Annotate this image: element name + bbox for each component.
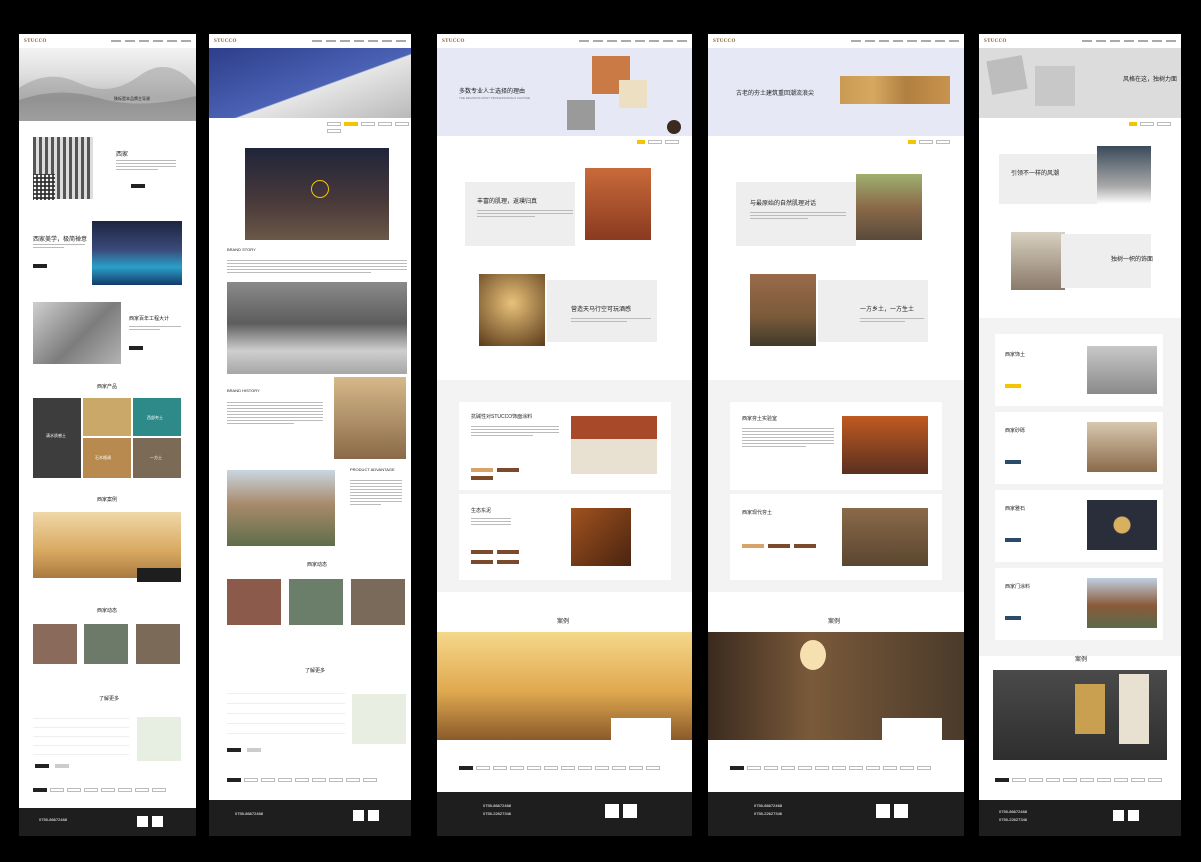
contact-form[interactable] bbox=[227, 684, 345, 742]
product-tile-1[interactable]: 清水质感土 bbox=[33, 398, 81, 478]
product-item-2[interactable]: 西家砂砾 bbox=[995, 412, 1163, 484]
news-card-1[interactable] bbox=[227, 579, 281, 625]
footer: 0755-86672468 bbox=[19, 808, 196, 836]
s3-more-button[interactable] bbox=[129, 346, 143, 350]
footer: 0755-86672468 0755-22627346 bbox=[708, 792, 964, 836]
brand-logo[interactable]: STUCCO bbox=[984, 39, 1007, 44]
product-card-1[interactable]: 西家夯土实验室 bbox=[730, 402, 942, 490]
product-item-4[interactable]: 西家门涂料 bbox=[995, 568, 1163, 640]
brand-logo[interactable]: STUCCO bbox=[214, 39, 237, 44]
page-2: STUCCO BRAND STORY BRAND HISTORY PRODUCT… bbox=[209, 34, 411, 836]
hero-banner: 古老的夯土建筑重回潮流浪尖 bbox=[708, 48, 964, 136]
product-card-2[interactable]: 西家现代夯土 bbox=[730, 494, 942, 580]
top-nav: STUCCO bbox=[437, 34, 692, 48]
product-tile-5[interactable]: 一方土 bbox=[133, 438, 181, 478]
brand-logo[interactable]: STUCCO bbox=[24, 39, 47, 44]
reset-button[interactable] bbox=[55, 764, 69, 768]
brand-logo[interactable]: STUCCO bbox=[713, 39, 736, 44]
news-title: 西家动态 bbox=[97, 608, 118, 614]
product-tile-4[interactable]: 石木格调 bbox=[83, 438, 131, 478]
reason-2-title: 独树一帜的饰面 bbox=[1111, 257, 1154, 263]
reason-2-image bbox=[750, 274, 816, 346]
top-nav: STUCCO bbox=[708, 34, 964, 48]
cases-title: 西家案例 bbox=[97, 497, 118, 503]
reason-2-title: 营造天马行空可玩酒感 bbox=[571, 307, 632, 313]
s2-more-button[interactable] bbox=[33, 264, 47, 268]
product-card-2[interactable]: 生态东泥 bbox=[459, 494, 671, 580]
advantage-image bbox=[227, 470, 335, 546]
news-card-3[interactable] bbox=[136, 624, 180, 664]
s2-title: 西家美学，极简禅意 bbox=[33, 237, 88, 243]
page-4: STUCCO 古老的夯土建筑重回潮流浪尖 与最原始的自然肌理对话 一方乡土，一方… bbox=[708, 34, 964, 836]
news-card-1[interactable] bbox=[33, 624, 77, 664]
footer: 0755-86672468 bbox=[209, 800, 411, 836]
history-title: BRAND HISTORY bbox=[227, 388, 260, 393]
top-nav: STUCCO bbox=[979, 34, 1181, 48]
page-3: STUCCO 多数专业人士选择的理由 THE REASONS MOST PROF… bbox=[437, 34, 692, 836]
products-title: 西家产品 bbox=[97, 384, 118, 390]
brand-logo[interactable]: STUCCO bbox=[442, 39, 465, 44]
story-image bbox=[227, 282, 407, 374]
submit-button[interactable] bbox=[35, 764, 49, 768]
news-card-2[interactable] bbox=[289, 579, 343, 625]
hero-banner: 风格在这，独树力面 bbox=[979, 48, 1181, 118]
map[interactable] bbox=[352, 694, 406, 744]
advantage-title: PRODUCT ADVANTAGE bbox=[350, 467, 395, 472]
submit-button[interactable] bbox=[227, 748, 241, 752]
reason-2-image bbox=[479, 274, 545, 346]
top-nav: STUCCO bbox=[209, 34, 411, 48]
page-1: STUCCO 陕标是本品牌主导源 西家 西家美学，极简禅意 西家百年工程大计 西… bbox=[19, 34, 196, 836]
product-card-1[interactable]: 抗碱性对STUCCO饰面涂料 bbox=[459, 402, 671, 490]
reason-1-image bbox=[585, 168, 651, 240]
contact-form[interactable] bbox=[33, 710, 129, 760]
reason-2-image bbox=[1011, 232, 1065, 290]
product-item-1[interactable]: 西家饰土 bbox=[995, 334, 1163, 406]
top-nav: STUCCO bbox=[19, 34, 196, 48]
news-card-3[interactable] bbox=[351, 579, 405, 625]
product-tile-3[interactable]: 西部夯土 bbox=[133, 398, 181, 436]
hero-banner: 多数专业人士选择的理由 THE REASONS MOST PROFESSIONA… bbox=[437, 48, 692, 136]
brand-story-title: BRAND STORY bbox=[227, 247, 256, 252]
reason-1-image bbox=[856, 174, 922, 240]
banner-title: 风格在这，独树力面 bbox=[1123, 77, 1178, 83]
banner-title: 古老的夯土建筑重回潮流浪尖 bbox=[736, 91, 815, 97]
footer: 0755-86672468 0755-22627346 bbox=[437, 792, 692, 836]
cases-title: 案例 bbox=[557, 619, 570, 625]
product-item-3[interactable]: 西家雅石 bbox=[995, 490, 1163, 562]
hero-banner: 陕标是本品牌主导源 bbox=[19, 48, 196, 121]
reason-2-title: 一方乡土，一方生土 bbox=[860, 307, 915, 313]
banner-title: 多数专业人士选择的理由 bbox=[459, 89, 526, 95]
news-title: 西家动态 bbox=[307, 562, 328, 568]
hero-banner bbox=[209, 48, 411, 118]
s2-image bbox=[92, 221, 182, 285]
hero-slogan: 陕标是本品牌主导源 bbox=[114, 96, 150, 101]
contact-title: 了解更多 bbox=[99, 696, 120, 702]
reason-1-title: 与最原始的自然肌理对话 bbox=[750, 201, 817, 207]
reset-button[interactable] bbox=[247, 748, 261, 752]
s1-title: 西家 bbox=[116, 152, 129, 158]
cases-title: 案例 bbox=[828, 619, 841, 625]
news-card-2[interactable] bbox=[84, 624, 128, 664]
s3-title: 西家百年工程大计 bbox=[129, 316, 170, 322]
s3-image bbox=[33, 302, 121, 364]
history-image bbox=[334, 377, 406, 459]
cases-title: 案例 bbox=[1075, 657, 1088, 663]
reason-1-title: 丰富的肌理，返璞归真 bbox=[477, 199, 538, 205]
reason-1-title: 引领不一样的风潮 bbox=[1011, 171, 1060, 177]
footer: 0755-86672468 0755-22627346 bbox=[979, 800, 1181, 836]
s1-more-button[interactable] bbox=[131, 184, 145, 188]
product-tile-2[interactable] bbox=[83, 398, 131, 436]
contact-title: 了解更多 bbox=[305, 668, 326, 674]
map[interactable] bbox=[137, 717, 181, 761]
page-5: STUCCO 风格在这，独树力面 引领不一样的风潮 独树一帜的饰面 西家饰土 西… bbox=[979, 34, 1181, 836]
reason-1-image bbox=[1097, 146, 1151, 204]
